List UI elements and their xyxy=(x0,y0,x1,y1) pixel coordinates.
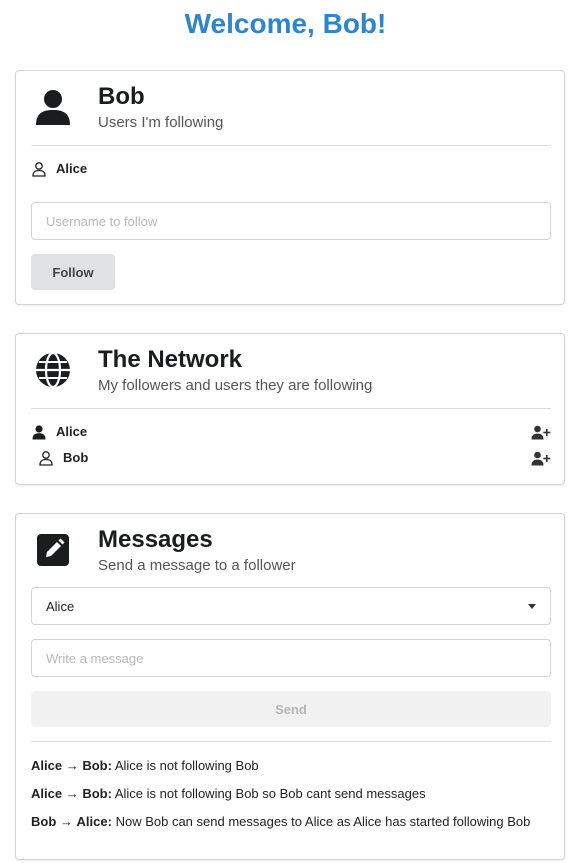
message-from: Alice xyxy=(31,786,63,801)
arrow-icon: → xyxy=(65,758,79,773)
network-header: The Network My followers and users they … xyxy=(31,346,551,396)
message-item: Alice → Bob: Alice is not following Bob xyxy=(31,758,551,773)
message-from: Bob xyxy=(31,814,57,829)
message-colon: : xyxy=(107,814,112,829)
recipient-select-value: Alice xyxy=(46,599,75,614)
user-outline-icon xyxy=(39,451,53,466)
caret-down-icon xyxy=(528,604,536,609)
following-card: Bob Users I'm following Alice Follow xyxy=(15,70,565,305)
network-title: The Network xyxy=(98,346,243,373)
message-text: Alice is not following Bob so Bob cant s… xyxy=(114,786,426,801)
add-user-icon[interactable] xyxy=(531,424,551,440)
messages-title: Messages xyxy=(98,526,213,553)
following-header: Bob Users I'm following xyxy=(31,83,551,133)
message-input[interactable] xyxy=(31,639,551,677)
message-colon: : xyxy=(107,758,112,773)
edit-icon xyxy=(37,534,69,566)
follow-button[interactable]: Follow xyxy=(31,254,115,290)
send-button[interactable]: Send xyxy=(31,691,551,727)
following-item-label: Alice xyxy=(56,161,88,176)
message-from: Alice xyxy=(31,758,63,773)
network-item-label: Alice xyxy=(56,424,88,439)
message-colon: : xyxy=(107,786,112,801)
message-text: Alice is not following Bob xyxy=(114,758,259,773)
network-card: The Network My followers and users they … xyxy=(15,333,565,485)
message-to: Bob xyxy=(82,758,108,773)
user-outline-icon xyxy=(32,162,46,177)
page-title: Welcome, Bob! xyxy=(184,8,387,39)
recipient-select[interactable]: Alice xyxy=(31,587,551,625)
message-item: Alice → Bob: Alice is not following Bob … xyxy=(31,786,551,801)
username-to-follow-input[interactable] xyxy=(31,202,551,240)
user-icon xyxy=(32,425,46,440)
following-title: Bob xyxy=(98,83,145,110)
message-item: Bob → Alice: Now Bob can send messages t… xyxy=(31,814,551,829)
following-item[interactable]: Alice xyxy=(31,159,551,179)
user-icon xyxy=(36,90,70,125)
message-to: Alice xyxy=(76,814,108,829)
messages-card: Messages Send a message to a follower Al… xyxy=(15,513,565,860)
network-item-bob[interactable]: Bob xyxy=(31,448,551,468)
following-subtitle: Users I'm following xyxy=(98,114,224,131)
divider xyxy=(31,741,551,742)
messages-subtitle: Send a message to a follower xyxy=(98,557,296,574)
message-text: Now Bob can send messages to Alice as Al… xyxy=(115,814,531,829)
globe-icon xyxy=(36,351,70,389)
network-item-label: Bob xyxy=(63,450,89,465)
divider xyxy=(31,145,551,146)
arrow-icon: → xyxy=(65,786,79,801)
network-item-alice[interactable]: Alice xyxy=(31,422,551,442)
message-to: Bob xyxy=(82,786,108,801)
messages-header: Messages Send a message to a follower xyxy=(31,526,551,576)
arrow-icon: → xyxy=(59,814,73,829)
network-subtitle: My followers and users they are followin… xyxy=(98,377,373,394)
add-user-icon[interactable] xyxy=(531,450,551,466)
divider xyxy=(31,408,551,409)
